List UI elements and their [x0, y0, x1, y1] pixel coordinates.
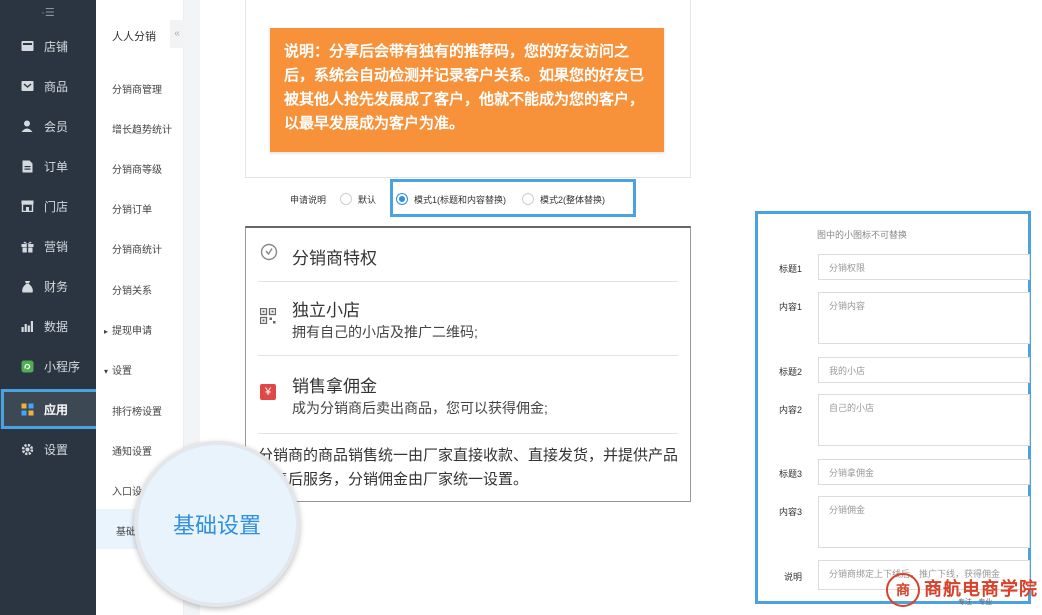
submenu-item-distribution-orders[interactable]: 分销订单: [112, 201, 152, 216]
title3-input[interactable]: 分销拿佣金: [818, 459, 1030, 485]
preview-section-commission: ¥ 销售拿佣金 成为分销商后卖出商品，您可以获得佣金;: [258, 356, 678, 434]
brand-seal-icon: 商: [886, 573, 920, 607]
caret-right-icon: ▸: [104, 327, 109, 336]
form-tip: 图中的小图标不可替换: [817, 230, 908, 240]
magnified-label: 基础设置: [172, 513, 261, 538]
sidebar-item-label: 门店: [44, 199, 69, 214]
section-text: 成为分销商后卖出商品，您可以获得佣金;: [292, 400, 548, 416]
submenu-group-settings[interactable]: ▾ 设置: [104, 362, 132, 377]
submenu-item-distributor-level[interactable]: 分销商等级: [112, 161, 162, 176]
submenu-item-distributor-manage[interactable]: 分销商管理: [112, 81, 162, 96]
apps-highlight-frame: [1, 389, 100, 429]
text-replace-form: 图中的小图标不可替换 标题1 分销权限 内容1 分销内容 标题2 我的小店 内容…: [755, 211, 1031, 604]
mini-program-icon: [20, 359, 34, 373]
sidebar-item-settings[interactable]: 设置: [0, 429, 96, 469]
submenu-group-label: 设置: [112, 366, 133, 377]
field-label: 标题1: [778, 264, 802, 274]
mode-highlight-frame: [390, 179, 636, 217]
sidebar-item-finance[interactable]: 财务: [0, 266, 96, 306]
sidebar-item-order[interactable]: 订单: [0, 146, 96, 186]
section-text: 拥有自己的小店及推广二维码;: [292, 324, 478, 340]
caret-down-icon: ▾: [104, 367, 109, 376]
sidebar-item-mini-program[interactable]: 小程序: [0, 346, 96, 386]
submenu-item-growth-trend[interactable]: 增长趋势统计: [112, 121, 172, 136]
radio-circle-icon: [340, 193, 353, 205]
qrcode-icon: [259, 307, 277, 329]
gift-icon: [20, 239, 34, 253]
main-sidebar: ·☰ 店铺 商品 会员 订单 门店 营销 财务 数据 小程序 应用 设置: [0, 0, 96, 615]
sidebar-item-data[interactable]: 数据: [0, 306, 96, 346]
goods-icon: [20, 79, 34, 93]
sidebar-item-label: 订单: [44, 159, 69, 174]
sidebar-item-shop[interactable]: 门店: [0, 186, 96, 226]
radio-default[interactable]: 默认: [340, 193, 376, 206]
submenu-title: 人人分销: [112, 31, 156, 43]
field-label: 内容2: [778, 405, 802, 415]
sidebar-item-store[interactable]: 店铺: [0, 26, 96, 66]
brand-watermark: 商 商航电商学院 专注 · 专业: [884, 571, 1038, 611]
field-label: 内容3: [778, 507, 802, 517]
apply-description-label: 申请说明: [290, 194, 327, 205]
content2-textarea[interactable]: 自己的小店: [818, 394, 1030, 446]
field-label: 内容1: [778, 302, 802, 312]
submenu-item-ranking[interactable]: 排行榜设置: [112, 403, 162, 418]
money-bag-icon: [20, 279, 34, 293]
sidebar-item-label: 会员: [44, 119, 69, 134]
yen-icon: ¥: [260, 384, 276, 400]
sidebar-collapse-button[interactable]: ·☰: [0, 0, 96, 28]
sidebar-item-label: 店铺: [44, 39, 69, 54]
preview-header: 分销商特权: [258, 228, 678, 282]
sidebar-item-label: 小程序: [44, 359, 81, 374]
field-label: 标题2: [778, 367, 802, 377]
brand-slogan: 专注 · 专业: [958, 599, 993, 606]
magnifier-callout: 基础设置: [134, 441, 300, 607]
share-notice: 说明：分享后会带有独有的推荐码，您的好友访问之后，系统会自动检测并记录客户关系。…: [270, 28, 664, 152]
shop-icon: [20, 199, 34, 213]
sidebar-item-goods[interactable]: 商品: [0, 66, 96, 106]
submenu-item-entry[interactable]: 入口设: [112, 483, 142, 498]
content3-textarea[interactable]: 分销佣金: [818, 496, 1030, 548]
field-label: 标题3: [778, 469, 802, 479]
check-circle-icon: [260, 243, 278, 266]
preview-section-shop: 独立小店 拥有自己的小店及推广二维码;: [258, 282, 678, 356]
section-title: 独立小店: [292, 301, 360, 320]
submenu-item-distributor-stats[interactable]: 分销商统计: [112, 241, 162, 256]
content1-textarea[interactable]: 分销内容: [818, 292, 1030, 344]
member-icon: [20, 119, 34, 133]
sidebar-item-label: 数据: [44, 319, 69, 334]
sidebar-item-label: 财务: [44, 279, 69, 294]
gear-icon: [20, 442, 34, 456]
title1-input[interactable]: 分销权限: [818, 254, 1030, 280]
submenu-group-label: 提现申请: [112, 326, 153, 337]
sidebar-item-label: 商品: [44, 79, 69, 94]
submenu-item-label: 基础: [116, 527, 136, 538]
store-icon: [20, 39, 34, 53]
submenu-item-relations[interactable]: 分销关系: [112, 282, 152, 297]
privilege-preview: 分销商特权 独立小店 拥有自己的小店及推广二维码; ¥ 销售拿佣金 成为分销商后…: [245, 226, 691, 502]
radio-label: 默认: [358, 194, 377, 205]
sidebar-item-marketing[interactable]: 营销: [0, 226, 96, 266]
sidebar-item-label: 营销: [44, 239, 69, 254]
sidebar-item-label: 设置: [44, 442, 69, 457]
preview-footer: 分销商的商品销售统一由厂家直接收款、直接发货，并提供产品的售后服务，分销佣金由厂…: [258, 447, 679, 488]
field-label: 说明: [783, 572, 802, 582]
title2-input[interactable]: 我的小店: [818, 357, 1030, 383]
section-title: 销售拿佣金: [292, 377, 377, 396]
submenu-item-notify[interactable]: 通知设置: [112, 443, 152, 458]
preview-title: 分销商特权: [292, 249, 377, 268]
submenu-group-withdraw[interactable]: ▸ 提现申请: [104, 322, 152, 337]
submenu-collapse-button[interactable]: «: [170, 20, 184, 48]
bar-chart-icon: [20, 319, 34, 333]
sidebar-item-member[interactable]: 会员: [0, 106, 96, 146]
order-icon: [20, 159, 34, 173]
